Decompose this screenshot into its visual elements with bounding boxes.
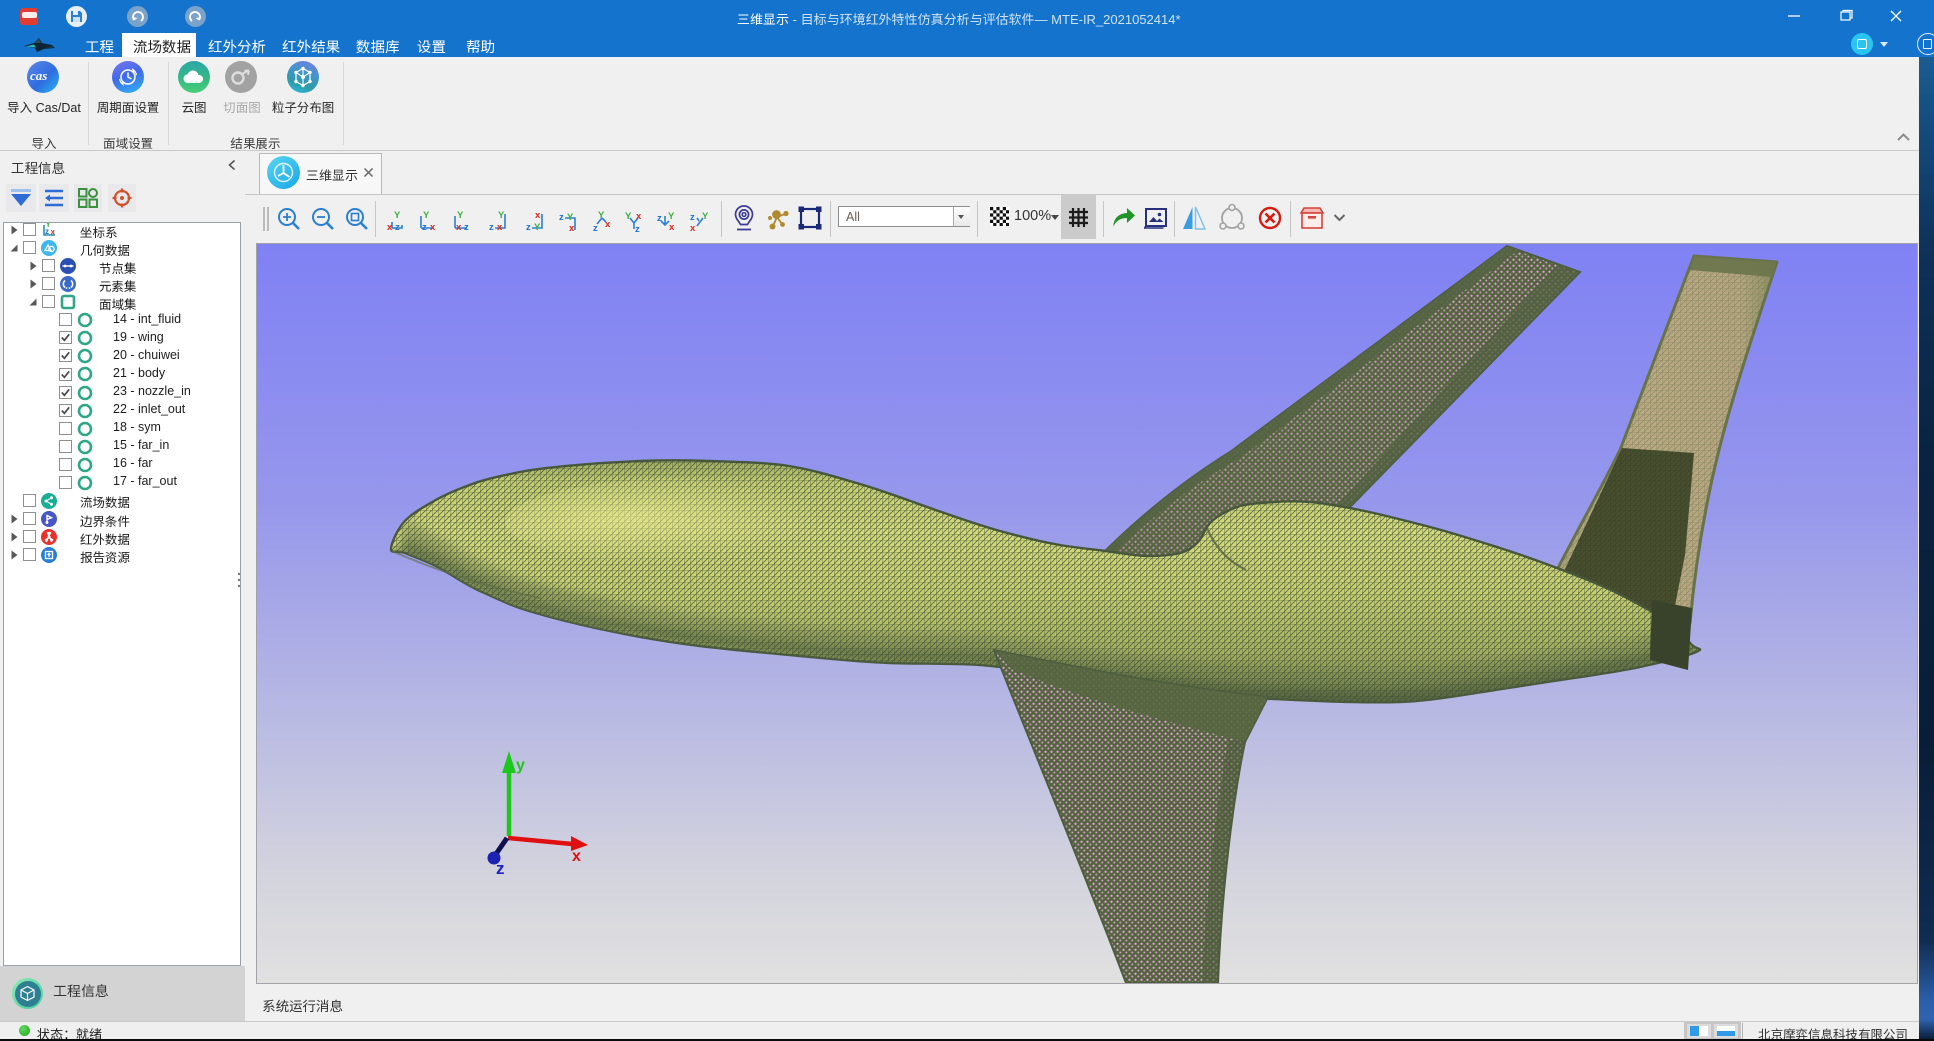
- svg-text:x: x: [387, 222, 393, 233]
- svg-text:z: z: [559, 212, 564, 223]
- svg-text:x: x: [572, 848, 581, 865]
- svg-text:y: y: [516, 757, 525, 774]
- svg-text:Y: Y: [668, 211, 675, 222]
- svg-text:x: x: [535, 210, 541, 221]
- svg-text:x: x: [430, 222, 436, 233]
- svg-text:Y: Y: [457, 210, 464, 221]
- svg-text:z: z: [489, 222, 494, 233]
- svg-text:z: z: [422, 222, 427, 233]
- svg-text:z: z: [635, 224, 640, 233]
- svg-text:z: z: [526, 222, 531, 233]
- svg-text:Y: Y: [702, 211, 709, 222]
- svg-text:z: z: [464, 222, 469, 233]
- svg-text:x: x: [636, 211, 642, 222]
- svg-text:x: x: [690, 223, 696, 233]
- svg-text:x: x: [669, 222, 675, 233]
- svg-text:Y: Y: [423, 210, 430, 221]
- svg-text:Y: Y: [498, 210, 505, 221]
- svg-text:z: z: [496, 859, 505, 878]
- svg-text:z: z: [657, 213, 662, 224]
- svg-text:Y: Y: [46, 223, 52, 229]
- svg-text:Y: Y: [534, 222, 541, 233]
- svg-text:x: x: [605, 219, 611, 230]
- svg-text:x: x: [497, 222, 503, 233]
- svg-text:z: z: [690, 212, 695, 223]
- svg-text:Y: Y: [394, 210, 401, 221]
- svg-text:x: x: [51, 228, 56, 237]
- svg-text:Y: Y: [567, 212, 574, 223]
- svg-text:Y: Y: [598, 210, 605, 221]
- svg-text:z: z: [593, 223, 598, 233]
- svg-text:z: z: [395, 222, 400, 233]
- svg-text:x: x: [569, 223, 575, 233]
- svg-text:x: x: [456, 222, 462, 233]
- svg-text:Y: Y: [625, 211, 632, 222]
